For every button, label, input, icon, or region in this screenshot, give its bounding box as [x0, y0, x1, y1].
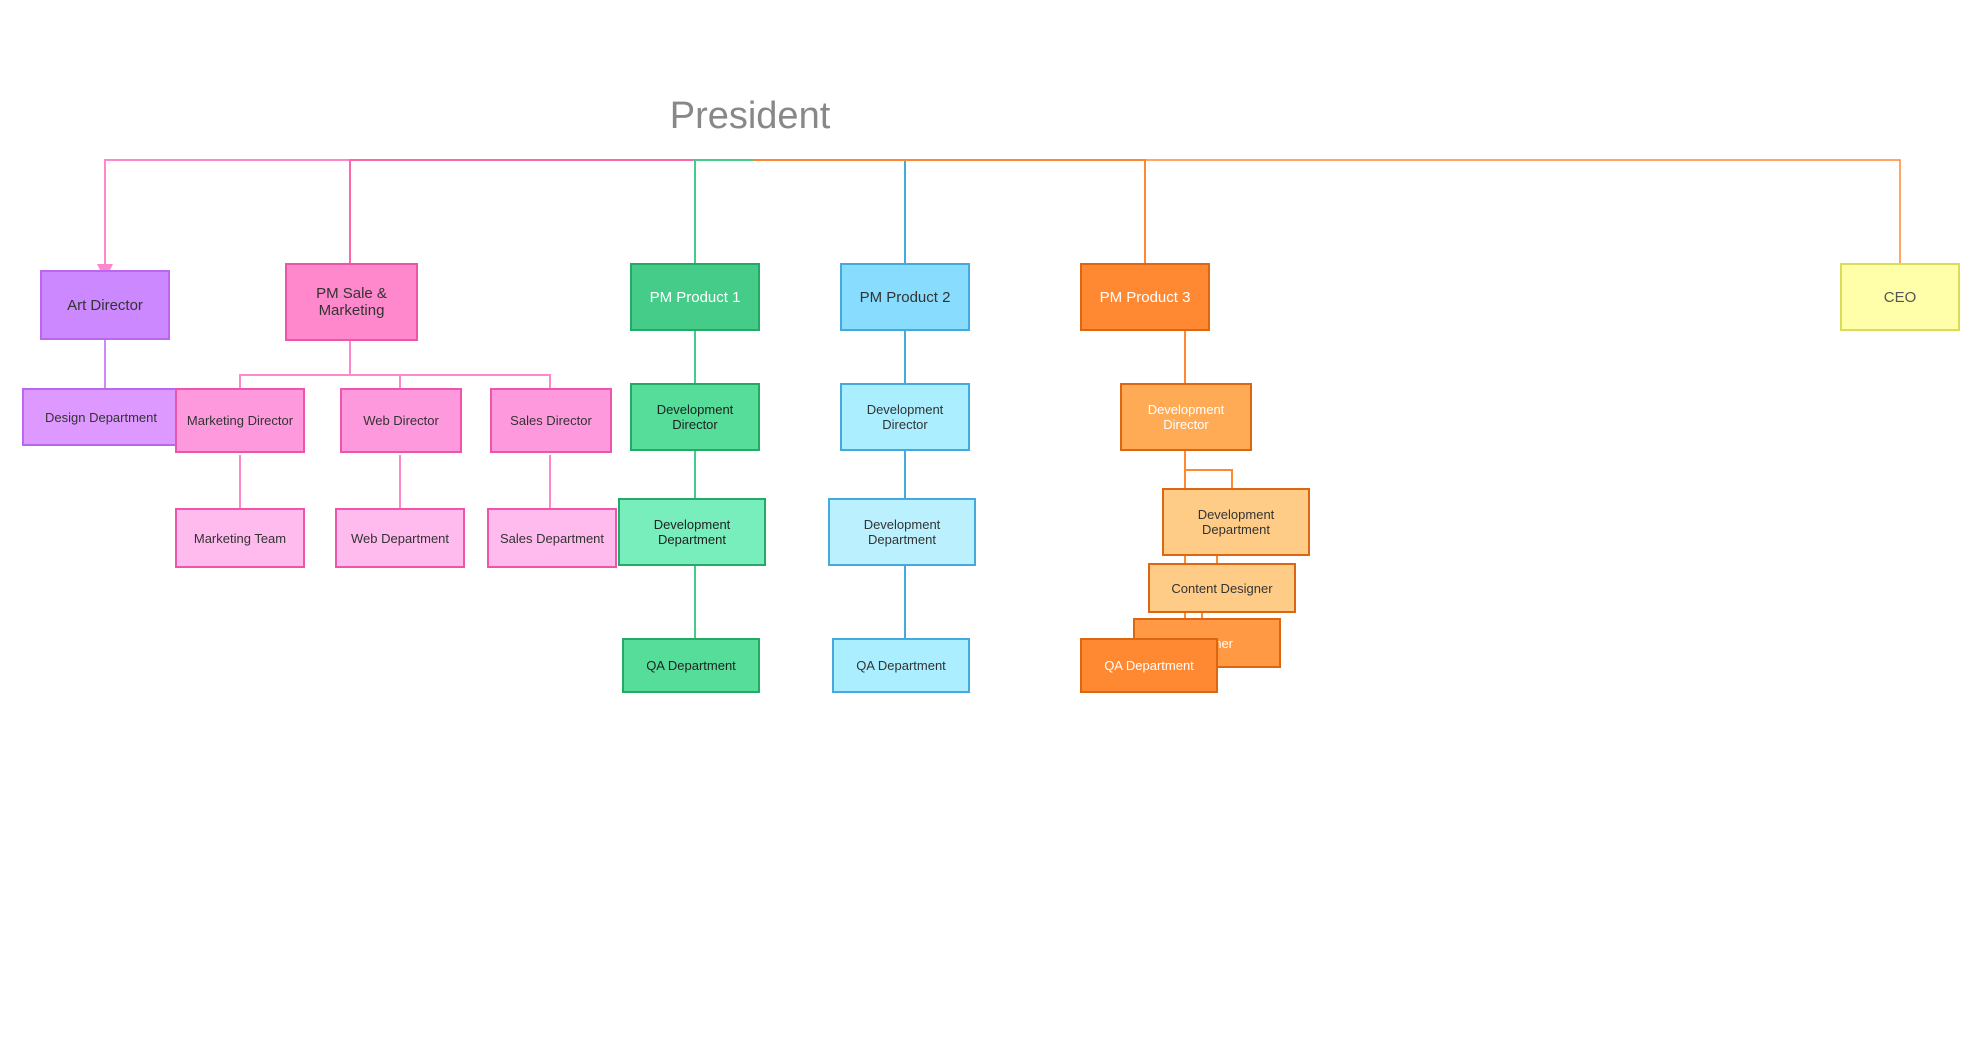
org-chart: President Art Director Design Department… [0, 0, 1976, 1050]
web-director-node: Web Director [340, 388, 462, 453]
dev-director1-node: Development Director [630, 383, 760, 451]
pm-sale-marketing-node: PM Sale & Marketing [285, 263, 418, 341]
sales-director-node: Sales Director [490, 388, 612, 453]
qa-dept3-node: QA Department [1080, 638, 1218, 693]
design-dept-node: Design Department [22, 388, 180, 446]
president-node: President [650, 95, 850, 138]
pm-product3-node: PM Product 3 [1080, 263, 1210, 331]
art-director-node: Art Director [40, 270, 170, 340]
marketing-team-node: Marketing Team [175, 508, 305, 568]
pm-product1-node: PM Product 1 [630, 263, 760, 331]
web-dept-node: Web Department [335, 508, 465, 568]
content-designer-node: Content Designer [1148, 563, 1296, 613]
qa-dept2-node: QA Department [832, 638, 970, 693]
sales-dept-node: Sales Department [487, 508, 617, 568]
dev-dept3-node: Development Department [1162, 488, 1310, 556]
dev-director3-node: Development Director [1120, 383, 1252, 451]
qa-dept1-node: QA Department [622, 638, 760, 693]
dev-dept2-node: Development Department [828, 498, 976, 566]
marketing-director-node: Marketing Director [175, 388, 305, 453]
ceo-node: CEO [1840, 263, 1960, 331]
pm-product2-node: PM Product 2 [840, 263, 970, 331]
dev-director2-node: Development Director [840, 383, 970, 451]
dev-dept1-node: Development Department [618, 498, 766, 566]
